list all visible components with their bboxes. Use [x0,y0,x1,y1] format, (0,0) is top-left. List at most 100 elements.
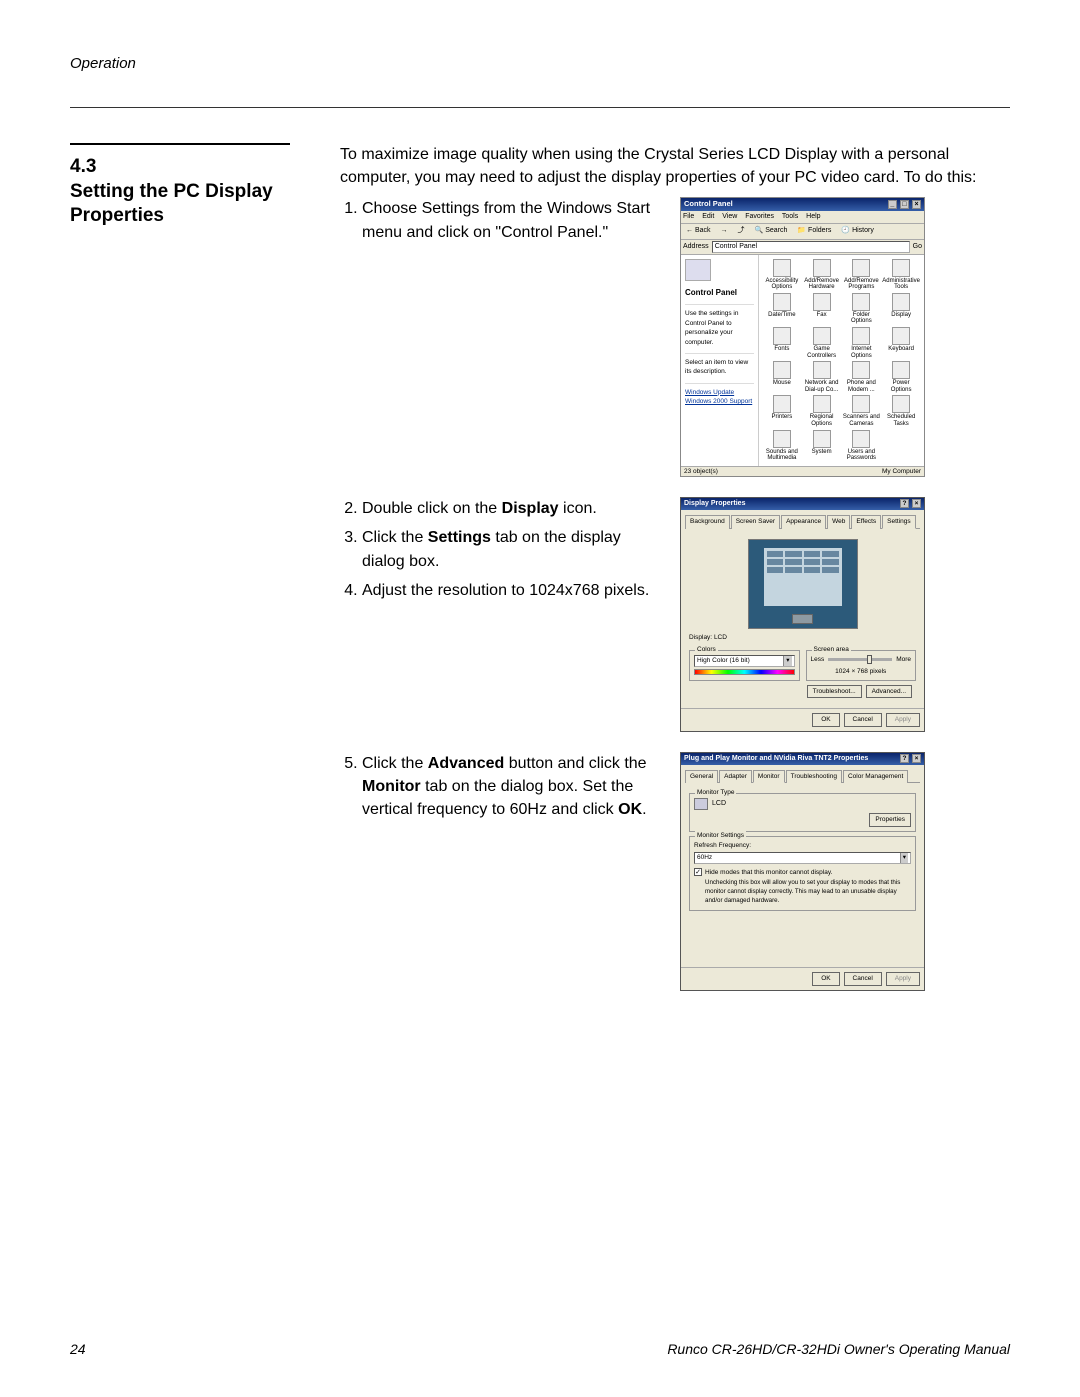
close-icon[interactable]: × [912,754,921,763]
cp-item[interactable]: Display [882,293,920,325]
dp-titlebar[interactable]: Display Properties ? × [681,498,924,510]
apply-button[interactable]: Apply [886,713,920,726]
tab-screen-saver[interactable]: Screen Saver [731,515,780,528]
refresh-dropdown[interactable]: 60Hz ▾ [694,852,911,863]
address-field[interactable]: Control Panel [712,241,910,253]
cp-item[interactable]: Keyboard [882,327,920,359]
up-button[interactable]: ⤴ [735,225,748,237]
screen-area-fieldset: Screen area Less More 1024 × 768 pixels [806,650,917,681]
tab-adapter[interactable]: Adapter [719,770,752,783]
cp-item[interactable]: System [803,430,841,462]
adv-titlebar[interactable]: Plug and Play Monitor and NVidia Riva TN… [681,753,924,765]
go-button[interactable]: Go [913,242,922,252]
tab-appearance[interactable]: Appearance [781,515,826,528]
cp-item[interactable]: Date/Time [763,293,801,325]
chevron-down-icon[interactable]: ▾ [900,853,908,862]
cp-item[interactable]: Power Options [882,361,920,393]
advanced-button[interactable]: Advanced... [866,685,912,698]
cp-item[interactable]: Folder Options [843,293,881,325]
cp-item[interactable]: Add/Remove Programs [843,259,881,291]
tab-background[interactable]: Background [685,515,730,528]
cp-item[interactable]: Sounds and Multimedia [763,430,801,462]
minimize-icon[interactable]: _ [888,200,897,209]
colors-legend: Colors [695,645,718,654]
cp-link-win2000-support[interactable]: Windows 2000 Support [685,397,754,406]
menu-edit[interactable]: Edit [702,213,714,220]
help-icon[interactable]: ? [900,754,909,763]
history-button[interactable]: 🕘 History [838,225,876,237]
cp-item[interactable]: Fonts [763,327,801,359]
section-number: 4.3 [70,155,310,180]
cp-window-buttons[interactable]: _ □ × [887,199,921,210]
tab-settings[interactable]: Settings [882,515,916,528]
apply-button[interactable]: Apply [886,972,920,985]
menu-help[interactable]: Help [806,213,820,220]
menu-tools[interactable]: Tools [782,213,798,220]
cp-item[interactable]: Regional Options [803,395,841,427]
cp-item-label: Scheduled Tasks [882,414,920,427]
slider-thumb[interactable] [867,655,872,664]
cp-item[interactable]: Game Controllers [803,327,841,359]
fwd-button[interactable]: → [718,225,731,237]
colors-dropdown[interactable]: High Color (16 bit) ▾ [694,655,795,666]
cp-item-label: Users and Passwords [843,449,881,462]
folders-button[interactable]: 📁 Folders [794,225,834,237]
slider-more: More [896,655,911,664]
help-icon[interactable]: ? [900,499,909,508]
cp-item[interactable]: Users and Passwords [843,430,881,462]
troubleshoot-button[interactable]: Troubleshoot... [807,685,862,698]
ok-button[interactable]: OK [812,972,839,985]
cp-item[interactable]: Phone and Modem ... [843,361,881,393]
properties-button[interactable]: Properties [869,813,911,826]
maximize-icon[interactable]: □ [900,200,909,209]
cp-link-windows-update[interactable]: Windows Update [685,388,754,397]
ok-button[interactable]: OK [812,713,839,726]
cp-item[interactable]: Fax [803,293,841,325]
intro-paragraph: To maximize image quality when using the… [340,143,1010,189]
applet-icon [852,395,870,413]
close-icon[interactable]: × [912,499,921,508]
cp-menubar[interactable]: File Edit View Favorites Tools Help [681,211,924,224]
cp-item[interactable]: Administrative Tools [882,259,920,291]
hide-modes-checkbox-row[interactable]: ✓ Hide modes that this monitor cannot di… [694,868,911,877]
checkbox-icon[interactable]: ✓ [694,868,702,876]
cp-item[interactable]: Network and Dial-up Co... [803,361,841,393]
cp-titlebar[interactable]: Control Panel _ □ × [681,198,924,211]
tab-general[interactable]: General [685,770,718,783]
cp-item[interactable]: Internet Options [843,327,881,359]
cp-item[interactable]: Add/Remove Hardware [803,259,841,291]
menu-favorites[interactable]: Favorites [745,213,774,220]
tab-effects[interactable]: Effects [851,515,881,528]
cp-item[interactable]: Scanners and Cameras [843,395,881,427]
back-button[interactable]: ← Back [683,225,714,237]
steps-2-4-text: Double click on the Display icon.Click t… [340,497,660,608]
cancel-button[interactable]: Cancel [844,713,882,726]
cp-sidebar-title: Control Panel [685,287,754,299]
tab-troubleshooting[interactable]: Troubleshooting [786,770,842,783]
menu-file[interactable]: File [683,213,694,220]
cp-item[interactable]: Scheduled Tasks [882,395,920,427]
chevron-down-icon[interactable]: ▾ [783,656,791,665]
slider-track[interactable] [828,658,892,661]
cp-toolbar[interactable]: ← Back → ⤴ 🔍 Search 📁 Folders 🕘 History [681,224,924,239]
cp-item[interactable]: Printers [763,395,801,427]
tab-color-management[interactable]: Color Management [843,770,908,783]
dp-extra-buttons: Troubleshoot... Advanced... [689,681,916,702]
cp-item-label: System [803,449,841,456]
resolution-slider[interactable]: Less More [811,655,912,664]
adv-tabs[interactable]: GeneralAdapterMonitorTroubleshootingColo… [685,769,920,783]
cp-item-label: Scanners and Cameras [843,414,881,427]
cp-item[interactable]: Accessibility Options [763,259,801,291]
tab-web[interactable]: Web [827,515,850,528]
dp-tabs[interactable]: BackgroundScreen SaverAppearanceWebEffec… [685,514,920,528]
menu-view[interactable]: View [722,213,737,220]
tab-monitor[interactable]: Monitor [753,770,785,783]
close-icon[interactable]: × [912,200,921,209]
cp-item[interactable]: Mouse [763,361,801,393]
step-3: Click the Settings tab on the display di… [362,526,660,572]
step-block-2: Double click on the Display icon.Click t… [340,497,1010,732]
search-button[interactable]: 🔍 Search [752,225,791,237]
cancel-button[interactable]: Cancel [844,972,882,985]
step-block-1: Choose Settings from the Windows Start m… [340,197,1010,477]
cp-addressbar[interactable]: Address Control Panel Go [681,240,924,255]
